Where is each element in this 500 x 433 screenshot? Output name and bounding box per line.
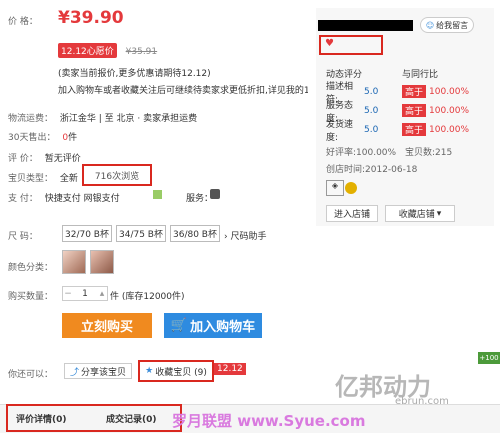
minus-icon[interactable]: − [63, 289, 73, 299]
promo-note-2: 加入购物车或者收藏关注后可继续待卖家求更低折扣,详见我的1212 [58, 86, 308, 96]
star-icon: ★ [145, 366, 154, 376]
sold-unit: 件 [68, 133, 78, 143]
price-value: ¥39.90 [58, 8, 124, 28]
pay-label: 支 付： [8, 194, 38, 204]
collect-item-button[interactable]: ★ 收藏宝贝 (9) [138, 360, 214, 382]
size-option[interactable]: 36/80 B杯 [170, 225, 220, 242]
type-prefix: 全新 [59, 174, 78, 184]
collect-shop-button[interactable]: 收藏店铺 ▾ [385, 205, 455, 222]
items-count: 宝贝数:215 [404, 148, 453, 158]
seller-name-redacted [318, 20, 413, 31]
good-rate: 好评率:100.00% [326, 148, 397, 158]
size-helper-label: 尺码助手 [230, 232, 267, 242]
heart-icon: ♥ [325, 38, 334, 49]
quantity-unit: 件 (库存12000件) [110, 292, 185, 302]
seller-credit-highlight: ♥ [319, 35, 383, 55]
collect-item-label: 收藏宝贝 (9) [155, 367, 207, 378]
feedback-counter[interactable]: +100 [478, 352, 500, 364]
chevron-right-icon: › [224, 232, 228, 242]
quantity-input[interactable]: 1 [73, 289, 97, 299]
color-option-thumbnail[interactable] [90, 250, 114, 274]
promo-price: ¥35.91 [125, 47, 158, 57]
sold-row: 30天售出： 0件 [8, 130, 77, 143]
rating-pct: 100.00% [429, 105, 470, 116]
color-label: 颜色分类： [8, 263, 54, 273]
watermark-url: ebrun.com [395, 396, 449, 407]
gold-medal-icon[interactable] [345, 182, 357, 194]
share-button-label: 分享该宝贝 [81, 367, 127, 378]
compare-title: 与同行比 [402, 70, 439, 80]
size-option[interactable]: 34/75 B杯 [116, 225, 166, 242]
promo-tag: 12.12心愿价 [58, 43, 117, 58]
add-to-cart-label: 加入购物车 [190, 320, 256, 335]
pay-row: 支 付： 快捷支付 网银支付 [8, 191, 120, 204]
promo-row: 12.12心愿价 ¥35.91 [58, 43, 157, 58]
rating-label: 发货速度: [326, 119, 354, 143]
stepper-arrows-icon[interactable]: ▴ [97, 289, 107, 299]
created-date: 创店时间:2012-06-18 [326, 165, 418, 175]
rating-pct: 100.00% [429, 86, 470, 97]
consumer-guarantee-icon[interactable]: ◈ [326, 180, 344, 196]
rating-score: 5.0 [364, 105, 379, 116]
rating-badge: 高于 [402, 85, 427, 98]
chevron-down-icon: ▾ [436, 208, 442, 219]
enter-shop-button[interactable]: 进入店铺 [326, 205, 378, 222]
size-label: 尺 码： [8, 232, 38, 242]
quantity-label: 购买数量： [8, 292, 54, 302]
chat-label: 给我留言 [436, 20, 469, 30]
shipping-row: 物流运费： 浙江金华 | 至 北京 · 卖家承担运费 [8, 111, 197, 124]
sold-label: 30天售出： [8, 133, 56, 143]
pay-value: 快捷支付 网银支付 [44, 194, 120, 204]
share-icon: ⤴ [69, 367, 79, 378]
rating-pct: 100.00% [429, 124, 470, 135]
share-button[interactable]: ⤴ 分享该宝贝 [64, 363, 132, 379]
good-rate-row: 好评率:100.00% 宝贝数:215 [326, 145, 452, 158]
collect-shop-label: 收藏店铺 [398, 210, 435, 220]
1212-tag: 12.12 [214, 363, 246, 375]
size-helper-link[interactable]: › 尺码助手 [224, 229, 267, 242]
add-to-cart-button[interactable]: 🛒 加入购物车 [164, 313, 262, 338]
tab-records[interactable]: 成交记录(0) [106, 412, 157, 425]
shipping-label: 物流运费： [8, 114, 54, 124]
share-label: 你还可以： [8, 370, 54, 380]
view-count-highlight: 716次浏览 [82, 164, 152, 186]
quantity-stepper[interactable]: − 1 ▴ [62, 286, 108, 301]
watermark-site: 罗月联盟 www.Syue.com [172, 412, 366, 430]
type-label: 宝贝类型： [8, 174, 54, 184]
rating-badge: 高于 [402, 104, 427, 117]
type-row: 宝贝类型： 全新 [8, 171, 78, 184]
review-label: 评 价： [8, 154, 38, 164]
cart-icon: 🛒 [170, 318, 188, 333]
buy-now-button[interactable]: 立刻购买 [62, 313, 152, 338]
size-option[interactable]: 32/70 B杯 [62, 225, 112, 242]
tab-reviews[interactable]: 评价详情(0) [16, 412, 67, 425]
review-row: 评 价： 暂无评价 [8, 151, 81, 164]
rating-rows: 描述相符: 5.0 高于 100.00% 服务态度: 5.0 高于 100.00… [326, 82, 496, 143]
pay-icon [153, 190, 162, 199]
rating-score: 5.0 [364, 124, 379, 135]
price-label: 价 格： [8, 17, 38, 27]
shipping-value: 浙江金华 | 至 北京 · 卖家承担运费 [59, 114, 198, 124]
rating-badge: 高于 [402, 123, 427, 136]
review-value: 暂无评价 [44, 154, 81, 164]
promo-note-1: (卖家当前报价,更多优惠请期待12.12) [58, 69, 211, 79]
service-icon [210, 189, 220, 199]
chat-button[interactable]: ☺ 给我留言 [420, 17, 474, 33]
service-label: 服务： [186, 194, 214, 204]
rating-score: 5.0 [364, 86, 379, 97]
color-option-thumbnail[interactable] [62, 250, 86, 274]
rating-row: 发货速度: 5.0 高于 100.00% [326, 120, 496, 143]
chat-icon: ☺ [425, 20, 435, 30]
